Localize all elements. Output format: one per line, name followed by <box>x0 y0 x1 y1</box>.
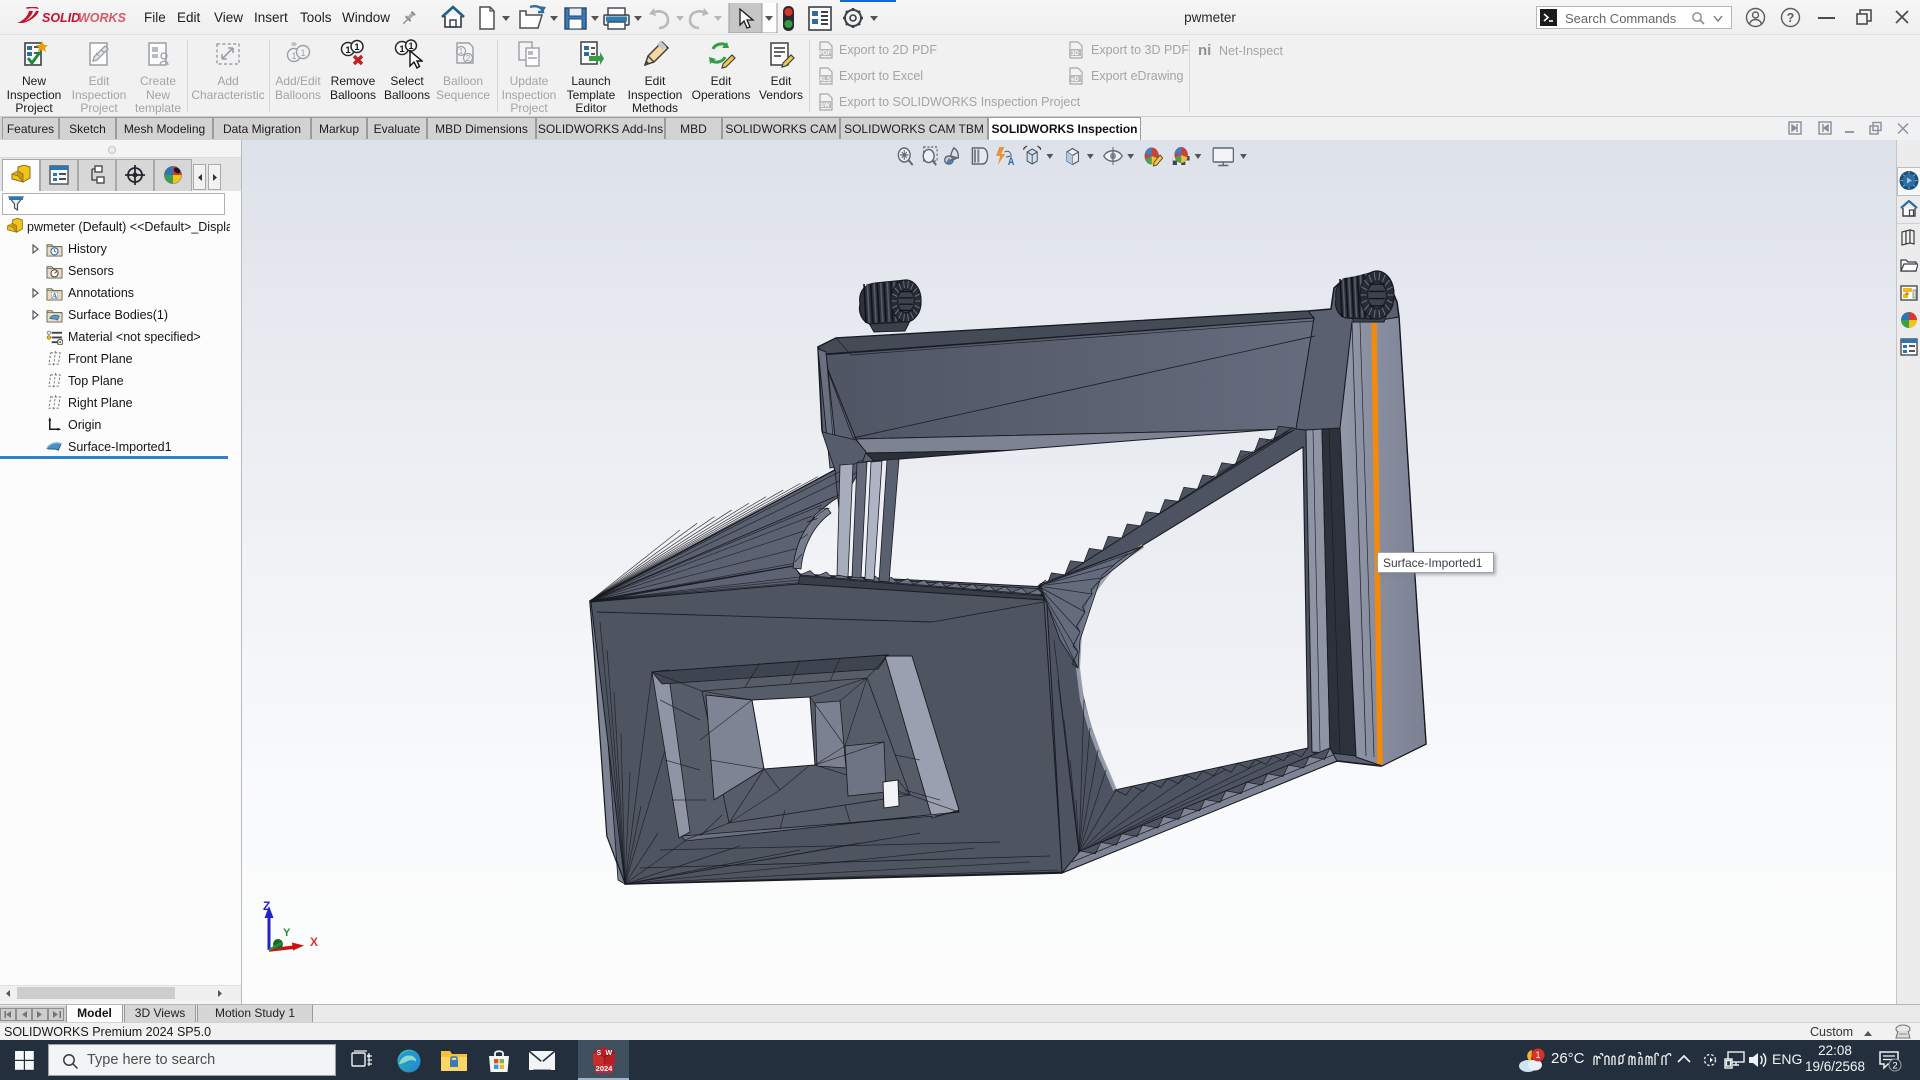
svg-text:1: 1 <box>408 41 413 51</box>
svg-text:1: 1 <box>354 42 360 53</box>
svg-text:Y: Y <box>283 927 291 939</box>
svg-text:1: 1 <box>1535 1050 1540 1060</box>
svg-text:2: 2 <box>466 54 471 63</box>
svg-text:XLS: XLS <box>819 77 831 83</box>
svg-text:SW: SW <box>820 103 830 109</box>
svg-text:2: 2 <box>1892 1061 1897 1072</box>
svg-text:WORKS: WORKS <box>78 11 127 25</box>
svg-text:1: 1 <box>399 44 405 55</box>
svg-text:eD: eD <box>1071 77 1079 83</box>
svg-text:S: S <box>597 1050 602 1057</box>
svg-text:Z: Z <box>263 899 270 913</box>
svg-text:A: A <box>1008 156 1015 168</box>
svg-text:W: W <box>606 1050 613 1057</box>
svg-text:A: A <box>52 292 58 300</box>
svg-text:1: 1 <box>300 48 305 58</box>
svg-text:X: X <box>310 935 318 949</box>
svg-text:3D: 3D <box>1071 51 1079 57</box>
svg-text:PDF: PDF <box>819 51 831 57</box>
svg-text:1: 1 <box>291 51 296 61</box>
svg-text:2024: 2024 <box>596 1064 614 1073</box>
svg-text:SOLID: SOLID <box>42 11 80 25</box>
svg-text:1: 1 <box>459 47 464 56</box>
svg-text:?: ? <box>1787 11 1795 25</box>
